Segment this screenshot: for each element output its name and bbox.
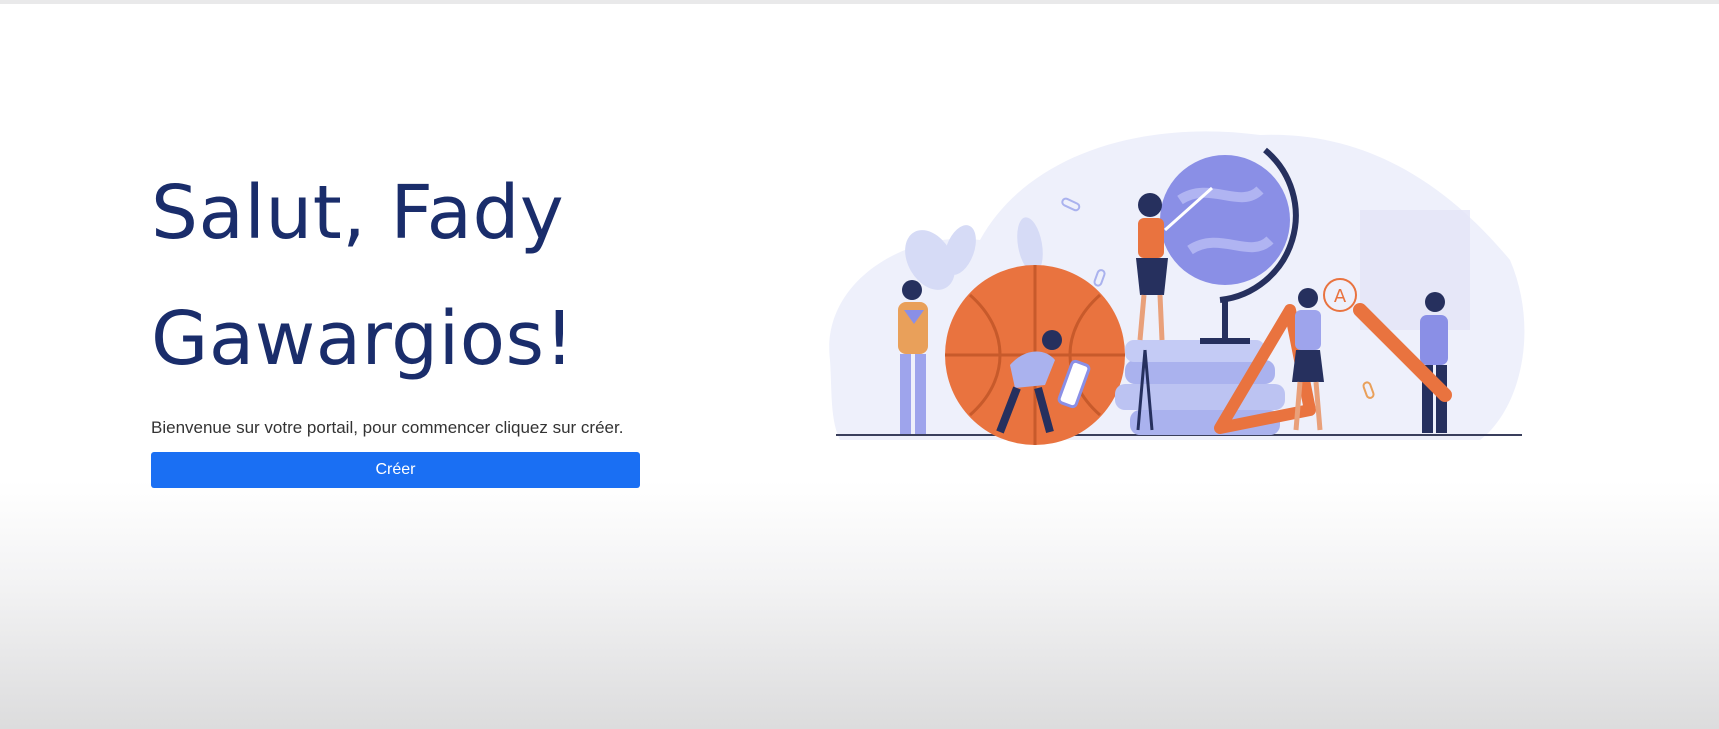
greeting-line-2: Gawargios! <box>151 296 575 382</box>
welcome-subtitle: Bienvenue sur votre portail, pour commen… <box>151 418 624 437</box>
greeting-heading: Salut, Fady Gawargios! <box>151 150 671 402</box>
grade-mark: A <box>1334 286 1347 307</box>
education-illustration: A <box>829 131 1525 445</box>
create-button[interactable]: Créer <box>151 452 640 488</box>
hero-section: Salut, Fady Gawargios! Bienvenue sur vot… <box>151 150 671 488</box>
greeting-line-1: Salut, Fady <box>151 170 565 256</box>
top-border <box>0 0 1719 4</box>
